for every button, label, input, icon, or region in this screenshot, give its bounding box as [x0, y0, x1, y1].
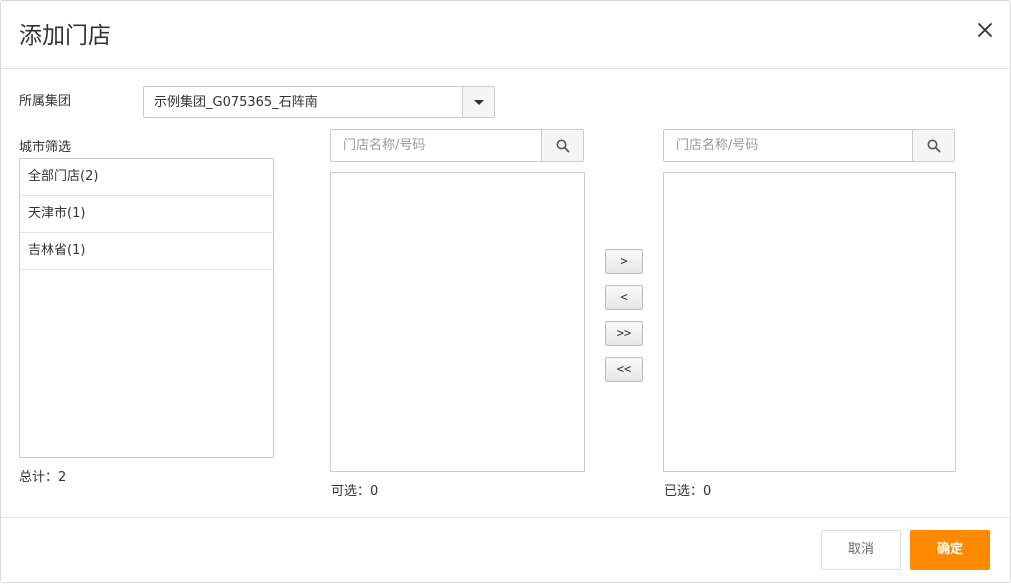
city-filter-label: 城市筛选	[19, 140, 72, 155]
selected-search-input[interactable]	[664, 130, 914, 161]
search-icon	[556, 139, 570, 153]
available-search	[330, 129, 584, 162]
chevron-down-icon	[474, 100, 484, 105]
move-all-right-button[interactable]: >>	[605, 321, 643, 346]
available-store-list[interactable]	[330, 172, 585, 472]
search-icon	[927, 139, 941, 153]
close-icon[interactable]	[976, 21, 994, 39]
group-select[interactable]: 示例集团_G075365_石阵南	[143, 86, 495, 118]
selected-count: 已选：0	[664, 484, 712, 499]
selected-store-list[interactable]	[663, 172, 956, 472]
move-left-button[interactable]: <	[605, 285, 643, 310]
city-total: 总计：2	[19, 470, 67, 485]
cancel-button[interactable]: 取消	[821, 530, 901, 570]
add-store-dialog: 添加门店 所属集团 示例集团_G075365_石阵南 城市筛选 全部门店(2) …	[0, 0, 1011, 583]
confirm-button[interactable]: 确定	[910, 530, 990, 570]
selected-search	[663, 129, 955, 162]
move-all-left-button[interactable]: <<	[605, 357, 643, 382]
city-item-tianjin[interactable]: 天津市(1)	[20, 196, 273, 233]
city-item-jilin[interactable]: 吉林省(1)	[20, 233, 273, 270]
available-search-button[interactable]	[541, 130, 583, 161]
group-select-value: 示例集团_G075365_石阵南	[154, 95, 318, 110]
available-search-input[interactable]	[331, 130, 543, 161]
dialog-title: 添加门店	[19, 23, 111, 49]
move-right-button[interactable]: >	[605, 249, 643, 274]
dialog-header: 添加门店	[1, 1, 1010, 69]
available-count: 可选：0	[331, 484, 379, 499]
city-list: 全部门店(2) 天津市(1) 吉林省(1)	[19, 158, 274, 458]
city-item-all[interactable]: 全部门店(2)	[20, 159, 273, 196]
dropdown-arrow-button[interactable]	[462, 87, 494, 117]
selected-search-button[interactable]	[912, 130, 954, 161]
group-label: 所属集团	[19, 94, 72, 109]
